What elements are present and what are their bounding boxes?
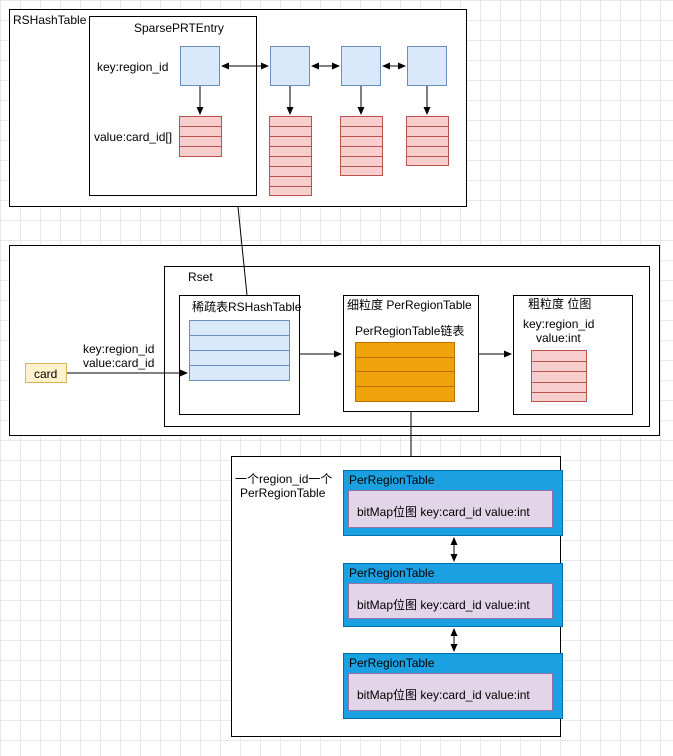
rshash-to-sparse-connector xyxy=(237,206,248,296)
connector-layer xyxy=(67,62,512,652)
